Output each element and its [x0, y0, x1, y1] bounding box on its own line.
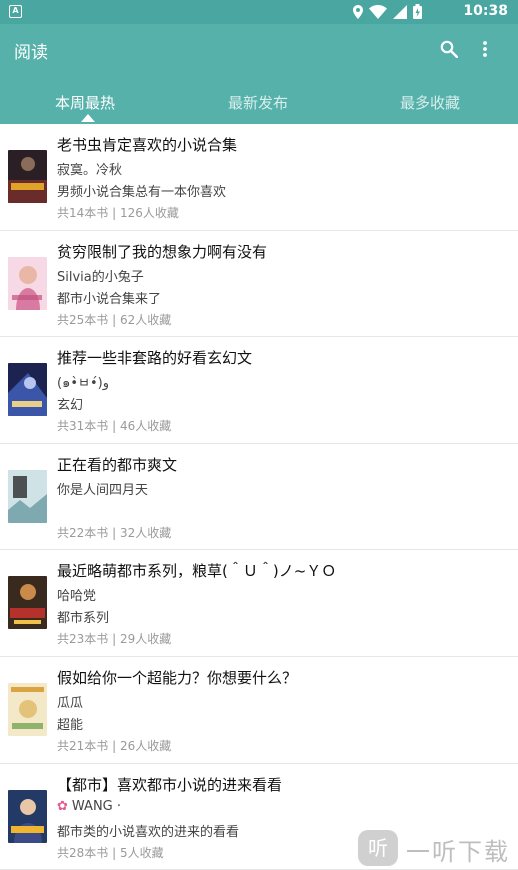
app-notification-icon: A: [9, 5, 22, 18]
watermark-logo: 听: [358, 830, 398, 866]
tab-bar: 本周最热 最新发布 最多收藏: [0, 74, 518, 124]
item-meta: 共31本书 | 46人收藏: [57, 419, 172, 434]
tab-latest[interactable]: 最新发布: [228, 92, 288, 113]
item-meta: 共22本书 | 32人收藏: [57, 525, 172, 540]
item-author-name: WANG ·: [71, 798, 122, 814]
list-item[interactable]: 贫穷限制了我的想象力啊有没有 Silvia的小兔子 都市小说合集来了 共25本书…: [0, 231, 518, 338]
item-author: ✿ WANG ·: [57, 799, 121, 814]
book-cover-image: [8, 256, 47, 310]
item-meta: 共21本书 | 26人收藏: [57, 738, 172, 753]
location-icon: [353, 4, 363, 19]
item-description: 都市系列: [57, 611, 110, 627]
clock: 10:38: [463, 3, 508, 19]
item-meta: 共23本书 | 29人收藏: [57, 632, 172, 647]
item-meta: 共14本书 | 126人收藏: [57, 206, 179, 220]
book-cover-image: [8, 469, 47, 523]
item-author: Silvia的小兔子: [57, 269, 144, 285]
item-meta: 共25本书 | 62人收藏: [57, 312, 172, 327]
book-cover-image: [8, 576, 47, 630]
item-author: 哈哈党: [57, 589, 97, 605]
signal-icon: [393, 4, 407, 19]
booklist-list: 老书虫肯定喜欢的小说合集 寂寞。冷秋 男频小说合集总有一本你喜欢 共14本书 |…: [0, 124, 518, 870]
book-cover-image: [8, 682, 47, 736]
search-icon[interactable]: [440, 40, 458, 58]
item-description: 玄幻: [57, 398, 84, 414]
flower-icon: ✿: [57, 798, 68, 814]
tab-most-favorited[interactable]: 最多收藏: [400, 92, 460, 113]
item-author: 瓜瓜: [57, 695, 84, 711]
list-item[interactable]: 老书虫肯定喜欢的小说合集 寂寞。冷秋 男频小说合集总有一本你喜欢 共14本书 |…: [0, 124, 518, 231]
item-title: 假如给你一个超能力？你想要什么？: [57, 668, 298, 687]
item-title: 贫穷限制了我的想象力啊有没有: [57, 242, 268, 261]
status-bar: A 10:38: [0, 0, 518, 24]
system-icons: [353, 4, 422, 19]
tab-weekly-hot[interactable]: 本周最热: [55, 92, 115, 113]
watermark-text: 一听下载: [406, 838, 510, 866]
book-cover-image: [8, 150, 47, 203]
battery-icon: [413, 4, 422, 19]
book-cover-image: [8, 363, 47, 417]
item-description: 都市小说合集来了: [57, 291, 162, 307]
item-author: 你是人间四月天: [57, 482, 149, 498]
item-title: 最近略萌都市系列，粮草(＾Ｕ＾)ノ~ＹＯ: [57, 562, 337, 581]
list-item[interactable]: 最近略萌都市系列，粮草(＾Ｕ＾)ノ~ＹＯ 哈哈党 都市系列 共23本书 | 29…: [0, 550, 518, 657]
app-bar: 阅读: [0, 24, 518, 74]
page-title: 阅读: [14, 43, 48, 63]
list-item[interactable]: 假如给你一个超能力？你想要什么？ 瓜瓜 超能 共21本书 | 26人收藏: [0, 657, 518, 764]
item-description: 都市类的小说喜欢的进来的看看: [57, 824, 240, 840]
item-title: 正在看的都市爽文: [57, 455, 178, 474]
list-item[interactable]: 推荐一些非套路的好看玄幻文 (๑•̀ㅂ•́)و 玄幻 共31本书 | 46人收藏: [0, 337, 518, 444]
more-options-icon[interactable]: [480, 40, 490, 58]
active-tab-indicator: [81, 114, 95, 122]
watermark: 听 一听下载: [358, 828, 518, 870]
item-meta: 共28本书 | 5人收藏: [57, 845, 164, 860]
item-title: 【都市】喜欢都市小说的进来看看: [57, 775, 283, 794]
item-author: 寂寞。冷秋: [57, 163, 123, 178]
wifi-icon: [369, 4, 387, 19]
item-description: 超能: [57, 717, 84, 733]
book-cover-image: [8, 789, 47, 843]
item-description: 男频小说合集总有一本你喜欢: [57, 185, 227, 200]
item-author: (๑•̀ㅂ•́)و: [57, 376, 109, 392]
list-item[interactable]: 正在看的都市爽文 你是人间四月天 共22本书 | 32人收藏: [0, 444, 518, 551]
item-title: 推荐一些非套路的好看玄幻文: [57, 349, 253, 368]
item-title: 老书虫肯定喜欢的小说合集: [57, 136, 238, 154]
